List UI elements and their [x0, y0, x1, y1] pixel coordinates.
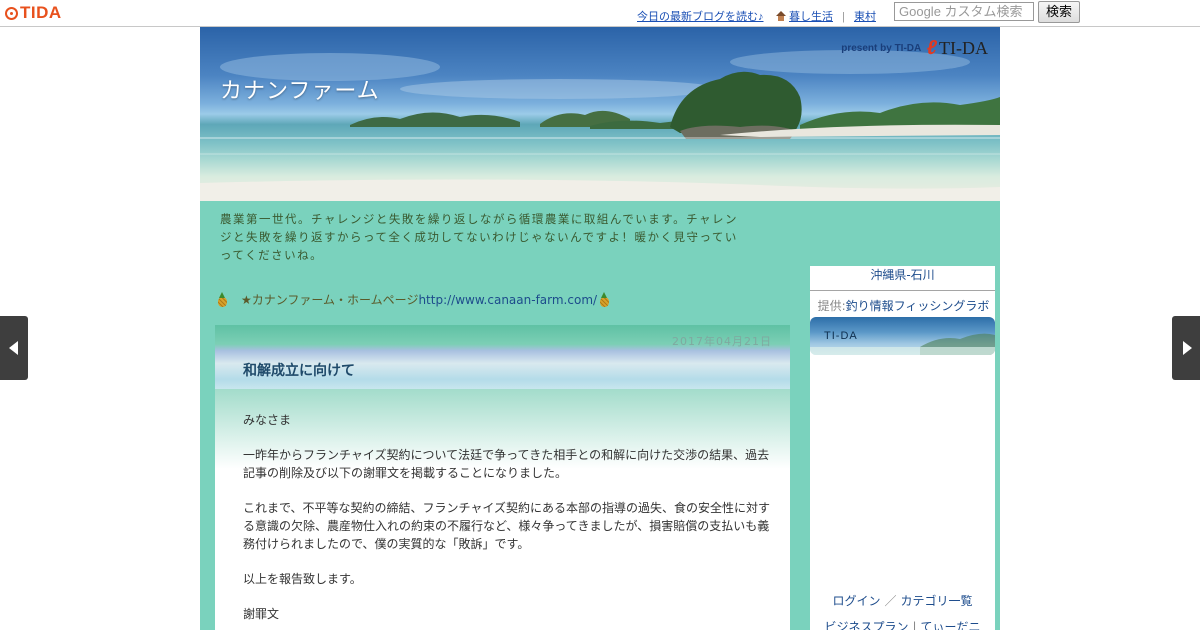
sidebar: 沖縄県-石川 提供:釣り情報フィッシングラボ TI-DA ログイン ／ カテゴリ一覧… — [810, 266, 995, 630]
tida-sidebar-banner[interactable]: TI-DA — [810, 317, 995, 355]
entry-header: 2017年04月21日 和解成立に向けて — [215, 325, 790, 389]
village-link[interactable]: 東村 — [854, 11, 876, 23]
slash-separator: ／ — [884, 594, 897, 608]
homepage-line: ★カナンファーム・ホームページ http://www.canaan-farm.co… — [215, 291, 611, 308]
next-arrow-icon[interactable] — [1172, 316, 1200, 380]
entry-title[interactable]: 和解成立に向けて — [243, 360, 355, 380]
blog-entry: 2017年04月21日 和解成立に向けて みなさま 一昨年からフランチャイズ契約… — [215, 325, 790, 630]
entry-paragraph: 以上を報告致します。 — [243, 572, 362, 586]
tida-logo-text: TIDA — [20, 3, 62, 22]
pineapple-icon — [597, 291, 611, 308]
location-label[interactable]: 沖縄県-石川 — [810, 266, 995, 291]
previous-arrow-icon[interactable] — [0, 316, 28, 380]
entry-body: みなさま 一昨年からフランチャイズ契約について法廷で争ってきた相手との和解に向け… — [243, 411, 773, 630]
entry-paragraph: 一昨年からフランチャイズ契約について法廷で争ってきた相手との和解に向けた交渉の結… — [243, 448, 770, 480]
top-bar: TIDA 今日の最新ブログを読む♪ 暮し生活 | 東村 Google カスタム検… — [0, 0, 1200, 27]
tida-logo[interactable]: TIDA — [5, 3, 62, 23]
homepage-label: ★カナンファーム・ホームページ — [241, 293, 419, 307]
category-list-link[interactable]: カテゴリ一覧 — [901, 594, 973, 608]
tida-brand-text: TI-DA — [939, 38, 988, 58]
entry-date: 2017年04月21日 — [672, 335, 772, 348]
read-latest-blog-link[interactable]: 今日の最新ブログを読む♪ — [637, 11, 764, 23]
present-by-label: present by TI-DA — [841, 43, 922, 54]
search-input[interactable]: Google カスタム検索 — [894, 2, 1034, 21]
business-plan-link[interactable]: ビジネスプラン — [824, 620, 908, 630]
top-links: 今日の最新ブログを読む♪ — [637, 8, 764, 24]
blog-description: 農業第一世代。チャレンジと失敗を繰り返しながら循環農業に取組んでいます。チャレン… — [220, 212, 739, 262]
blog-page: カナンファーム present by TI-DA ℓ TI-DA 農業第一世代。… — [200, 27, 1000, 630]
present-by-tida[interactable]: present by TI-DA ℓ TI-DA — [841, 37, 988, 60]
login-link[interactable]: ログイン — [832, 594, 880, 608]
provided-by-label: 提供: — [817, 299, 846, 313]
homepage-link[interactable]: http://www.canaan-farm.com/ — [418, 293, 597, 307]
tida-logo-icon — [5, 6, 18, 20]
search-button[interactable]: 検索 — [1038, 1, 1080, 23]
provider-box: 提供:釣り情報フィッシングラボ — [810, 291, 995, 315]
tida-sidebar-label: TI-DA — [824, 330, 858, 342]
entry-paragraph: これまで、不平等な契約の締結、フランチャイズ契約にある本部の指導の過失、食の安全… — [243, 501, 771, 551]
tiidani-link[interactable]: てぃーだニ — [921, 620, 981, 630]
pineapple-icon — [215, 291, 229, 308]
provider-link[interactable]: 釣り情報フィッシングラボ — [846, 299, 990, 313]
blog-title[interactable]: カナンファーム — [220, 73, 380, 105]
house-icon — [776, 11, 786, 21]
tida-flame-icon: ℓ — [925, 37, 940, 59]
sidebar-links: ログイン ／ カテゴリ一覧 ビジネスプラン | てぃーだニ — [810, 588, 995, 630]
entry-paragraph: 謝罪文 — [243, 607, 280, 621]
pipe-separator: | — [912, 620, 917, 630]
lifestyle-link[interactable]: 暮し生活 — [789, 11, 833, 23]
top-link-separator: | — [842, 11, 845, 23]
entry-paragraph: みなさま — [243, 413, 292, 427]
top-links-category: 暮し生活 | 東村 — [776, 8, 876, 24]
header-banner: カナンファーム present by TI-DA ℓ TI-DA — [200, 27, 1000, 201]
